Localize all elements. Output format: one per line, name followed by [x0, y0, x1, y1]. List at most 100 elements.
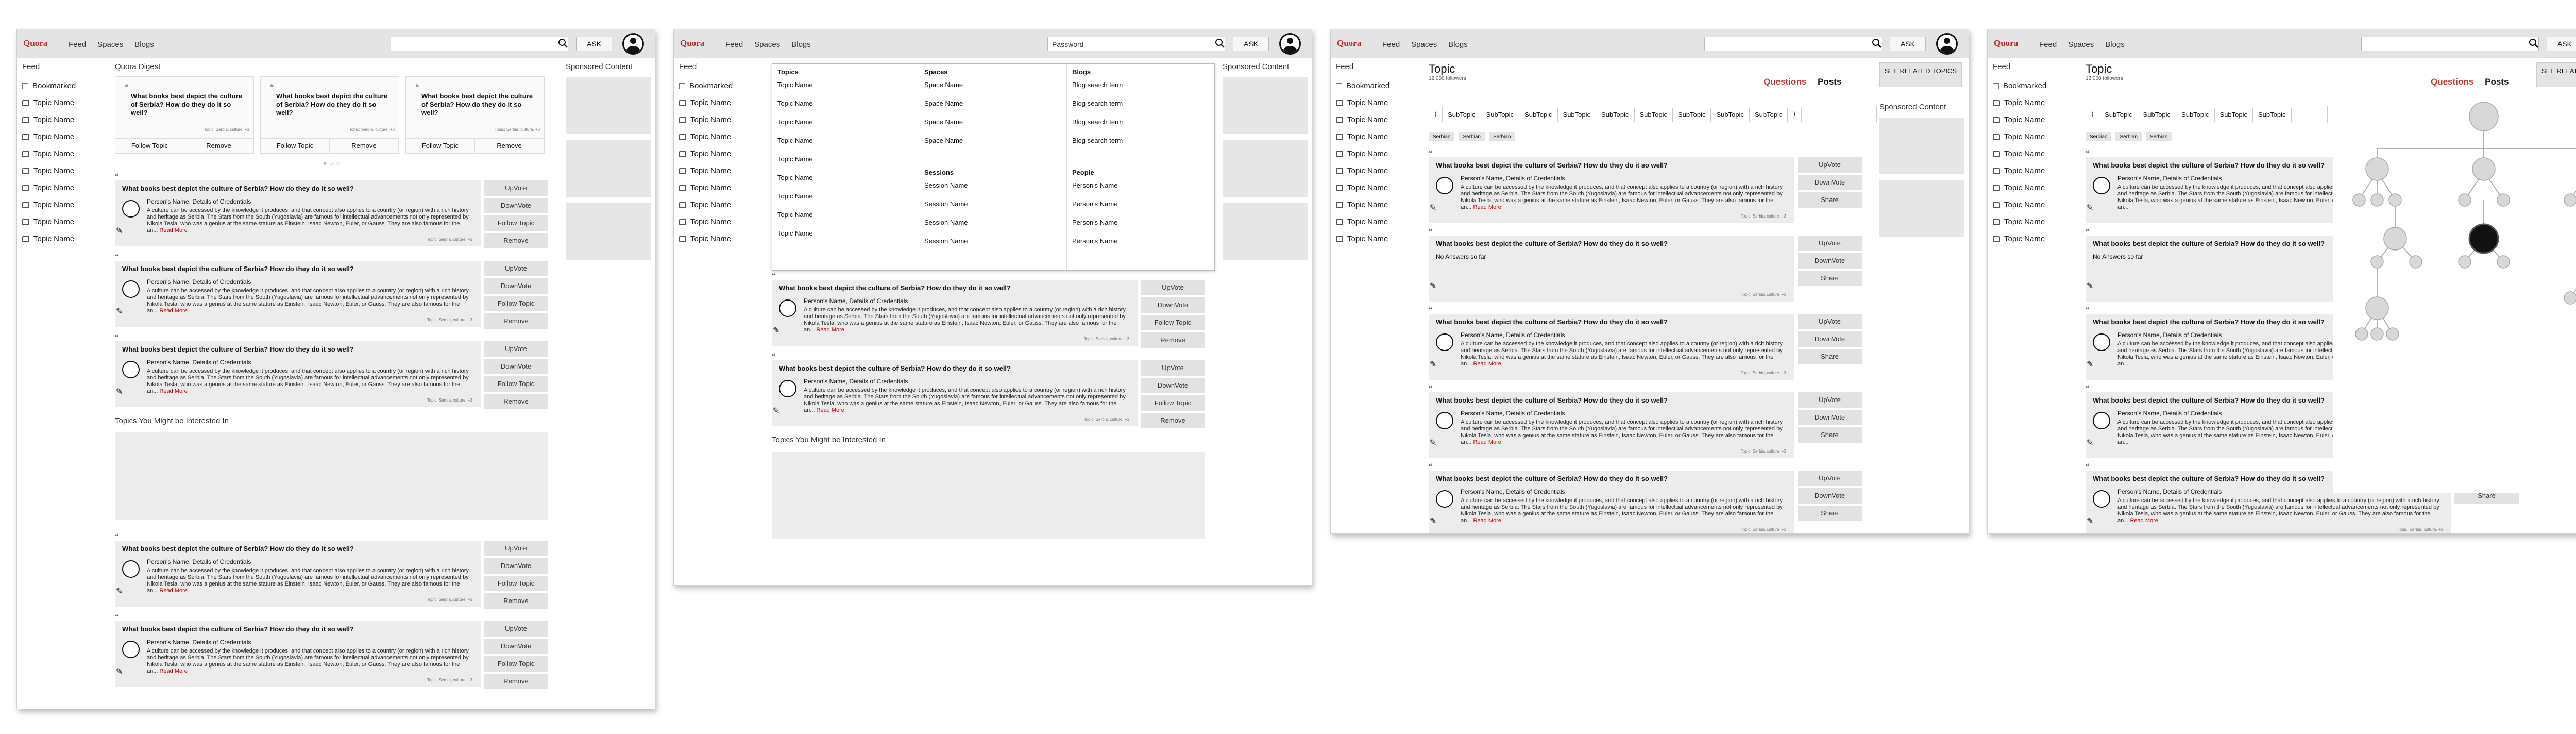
person-avatar[interactable] — [2093, 490, 2110, 508]
edit-icon[interactable]: ✎ — [773, 406, 779, 416]
subtopic-chip[interactable]: SubTopic — [1750, 107, 1788, 122]
search-icon[interactable] — [1215, 38, 1225, 48]
answer-question[interactable]: What books best depict the culture of Se… — [1436, 240, 1787, 247]
search-input[interactable] — [391, 37, 568, 51]
sidebar-item-topic[interactable]: Topic Name — [1336, 213, 1421, 230]
sidebar-item-topic[interactable]: Topic Name — [679, 145, 764, 162]
tab-questions[interactable]: Questions — [1764, 77, 1806, 87]
upvote-button[interactable]: UpVote — [1798, 236, 1862, 251]
person-avatar[interactable] — [1436, 412, 1453, 429]
subtopic-chip[interactable]: SubTopic — [1443, 107, 1481, 122]
topic-node[interactable] — [2472, 157, 2496, 181]
feed-heading[interactable]: Feed — [679, 62, 764, 71]
carousel-dots[interactable]: ● ○ ○ — [115, 159, 548, 167]
card-question[interactable]: What books best depict the culture of Se… — [131, 92, 242, 116]
logo[interactable]: Quora — [1337, 38, 1361, 48]
card-question[interactable]: What books best depict the culture of Se… — [276, 92, 387, 116]
nav-blogs[interactable]: Blogs — [1448, 40, 1468, 49]
nav-spaces[interactable]: Spaces — [1411, 40, 1437, 49]
read-more-link[interactable]: Read More — [1473, 361, 1501, 367]
read-more-link[interactable]: Read More — [816, 407, 844, 413]
follow-topic-button[interactable]: Follow Topic — [1141, 395, 1205, 411]
read-more-link[interactable]: Read More — [159, 388, 187, 394]
person-name[interactable]: Person's Name, Details of Credentials — [2117, 410, 2222, 417]
card-question[interactable]: What books best depict the culture of Se… — [421, 92, 533, 116]
nav-feed[interactable]: Feed — [69, 40, 86, 49]
subtopic-chip[interactable]: SubTopic — [2215, 107, 2253, 122]
ask-button[interactable]: ASK — [2547, 37, 2576, 51]
person-avatar[interactable] — [122, 200, 140, 218]
dropdown-space-item[interactable]: Space Name — [924, 81, 1061, 99]
topic-node[interactable] — [2388, 193, 2402, 207]
upvote-button[interactable]: UpVote — [484, 341, 548, 357]
downvote-button[interactable]: DownVote — [484, 639, 548, 654]
sponsored-ad[interactable] — [1223, 140, 1308, 197]
sidebar-item-topic[interactable]: Topic Name — [1993, 196, 2078, 213]
topic-node[interactable] — [2386, 327, 2399, 341]
topic-node[interactable] — [2365, 296, 2389, 320]
upvote-button[interactable]: UpVote — [484, 621, 548, 637]
sidebar-item-topic[interactable]: Topic Name — [1993, 94, 2078, 111]
person-name[interactable]: Person's Name, Details of Credentials — [1461, 410, 1565, 417]
nav-feed[interactable]: Feed — [1382, 40, 1400, 49]
answer-question[interactable]: What books best depict the culture of Se… — [1436, 475, 1787, 482]
remove-button[interactable]: Remove — [1141, 332, 1205, 348]
edit-icon[interactable]: ✎ — [1430, 281, 1436, 291]
chevron-left-icon[interactable]: ⟨ — [2086, 107, 2100, 122]
topic-node[interactable] — [2370, 255, 2384, 269]
remove-button[interactable]: Remove — [184, 139, 253, 153]
feed-heading[interactable]: Feed — [1336, 62, 1421, 71]
answer-question[interactable]: What books best depict the culture of Se… — [1436, 318, 1787, 326]
subtopic-chip[interactable]: SubTopic — [1635, 107, 1673, 122]
sidebar-item-topic[interactable]: Topic Name — [1336, 162, 1421, 179]
dropdown-topic-item[interactable]: Topic Name — [777, 229, 913, 248]
search-input[interactable] — [1704, 37, 1882, 51]
person-name[interactable]: Person's Name, Details of Credentials — [1461, 331, 1565, 339]
sidebar-item-topic[interactable]: Topic Name — [22, 196, 107, 213]
dropdown-session-item[interactable]: Session Name — [924, 181, 1061, 200]
root-topic-node[interactable] — [2469, 102, 2499, 131]
read-more-link[interactable]: Read More — [159, 308, 187, 314]
edit-icon[interactable]: ✎ — [116, 226, 123, 236]
person-avatar[interactable] — [122, 361, 140, 378]
person-name[interactable]: Person's Name, Details of Credentials — [147, 639, 251, 646]
sidebar-item-topic[interactable]: Topic Name — [679, 162, 764, 179]
share-button[interactable]: Share — [1798, 192, 1862, 208]
person-name[interactable]: Person's Name, Details of Credentials — [1461, 488, 1565, 495]
sponsored-ad[interactable] — [1223, 77, 1308, 134]
person-name[interactable]: Person's Name, Details of Credentials — [2117, 488, 2222, 495]
sidebar-item-topic[interactable]: Topic Name — [1993, 179, 2078, 196]
dropdown-blog-item[interactable]: Blog search term — [1072, 137, 1209, 155]
tag-chip[interactable]: Serbian — [2086, 132, 2112, 141]
tag-chip[interactable]: Serbian — [2115, 132, 2142, 141]
downvote-button[interactable]: DownVote — [484, 359, 548, 374]
upvote-button[interactable]: UpVote — [1798, 471, 1862, 486]
answer-question[interactable]: What books best depict the culture of Se… — [122, 345, 473, 353]
downvote-button[interactable]: DownVote — [1798, 253, 1862, 269]
downvote-button[interactable]: DownVote — [1141, 378, 1205, 393]
topic-node[interactable] — [2370, 327, 2384, 341]
search-icon[interactable] — [2529, 38, 2539, 48]
sidebar-item-topic[interactable]: Topic Name — [22, 94, 107, 111]
sponsored-ad[interactable] — [1223, 203, 1308, 260]
edit-icon[interactable]: ✎ — [2087, 438, 2093, 448]
upvote-button[interactable]: UpVote — [484, 180, 548, 196]
topic-node[interactable] — [2365, 157, 2389, 181]
sidebar-item-topic[interactable]: Topic Name — [22, 128, 107, 145]
remove-button[interactable]: Remove — [484, 313, 548, 329]
sidebar-item-topic[interactable]: Topic Name — [1336, 145, 1421, 162]
share-button[interactable]: Share — [1798, 271, 1862, 286]
topic-node[interactable] — [2370, 193, 2384, 207]
chevron-left-icon[interactable]: ⟨ — [1429, 107, 1443, 122]
digest-card[interactable]: ❝ What books best depict the culture of … — [115, 76, 254, 154]
share-button[interactable]: Share — [1798, 349, 1862, 364]
follow-topic-button[interactable]: Follow Topic — [484, 656, 548, 672]
remove-button[interactable]: Remove — [484, 233, 548, 248]
edit-icon[interactable]: ✎ — [1430, 203, 1436, 213]
remove-button[interactable]: Remove — [1141, 413, 1205, 428]
topic-node[interactable] — [2497, 255, 2510, 269]
answer-question[interactable]: What books best depict the culture of Se… — [779, 364, 1130, 372]
upvote-button[interactable]: UpVote — [484, 261, 548, 276]
follow-topic-button[interactable]: Follow Topic — [484, 215, 548, 231]
see-related-topics-button[interactable]: SEE RELATED TOPICS — [1879, 62, 1962, 87]
